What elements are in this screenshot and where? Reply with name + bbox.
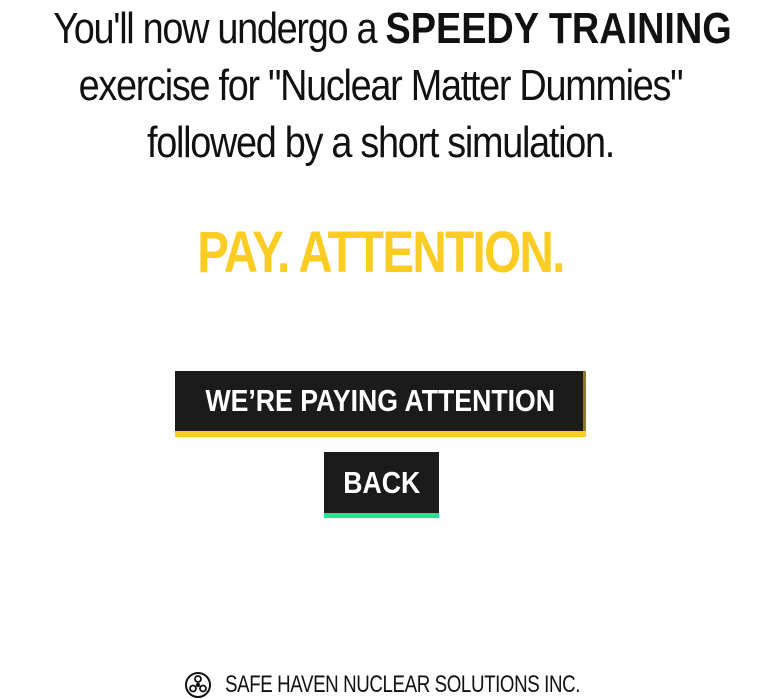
intro-line-2: exercise for "Nuclear Matter Dummies" bbox=[78, 61, 684, 110]
button-edge-accent bbox=[583, 371, 586, 431]
footer-company-name: SAFE HAVEN NUCLEAR SOLUTIONS INC. bbox=[225, 671, 581, 698]
intro-line-1-text: You'll now undergo a bbox=[53, 4, 377, 53]
intro-line-1-emphasis: SPEEDY TRAINING bbox=[385, 4, 732, 53]
paying-attention-button[interactable]: WE’RE PAYING ATTENTION bbox=[175, 371, 586, 437]
pay-attention-headline: PAY. ATTENTION. bbox=[197, 220, 565, 285]
nuclear-logo-icon bbox=[183, 670, 213, 699]
footer: SAFE HAVEN NUCLEAR SOLUTIONS INC. bbox=[183, 670, 680, 699]
back-button-label: BACK bbox=[342, 464, 421, 500]
paying-attention-button-label: WE’RE PAYING ATTENTION bbox=[205, 383, 556, 418]
intro-line-1: You'll now undergo a SPEEDY TRAINING bbox=[53, 0, 731, 57]
intro-line-3: followed by a short simulation. bbox=[147, 118, 615, 167]
back-button[interactable]: BACK bbox=[324, 452, 439, 518]
intro-text: You'll now undergo a SPEEDY TRAINING exe… bbox=[53, 0, 731, 171]
